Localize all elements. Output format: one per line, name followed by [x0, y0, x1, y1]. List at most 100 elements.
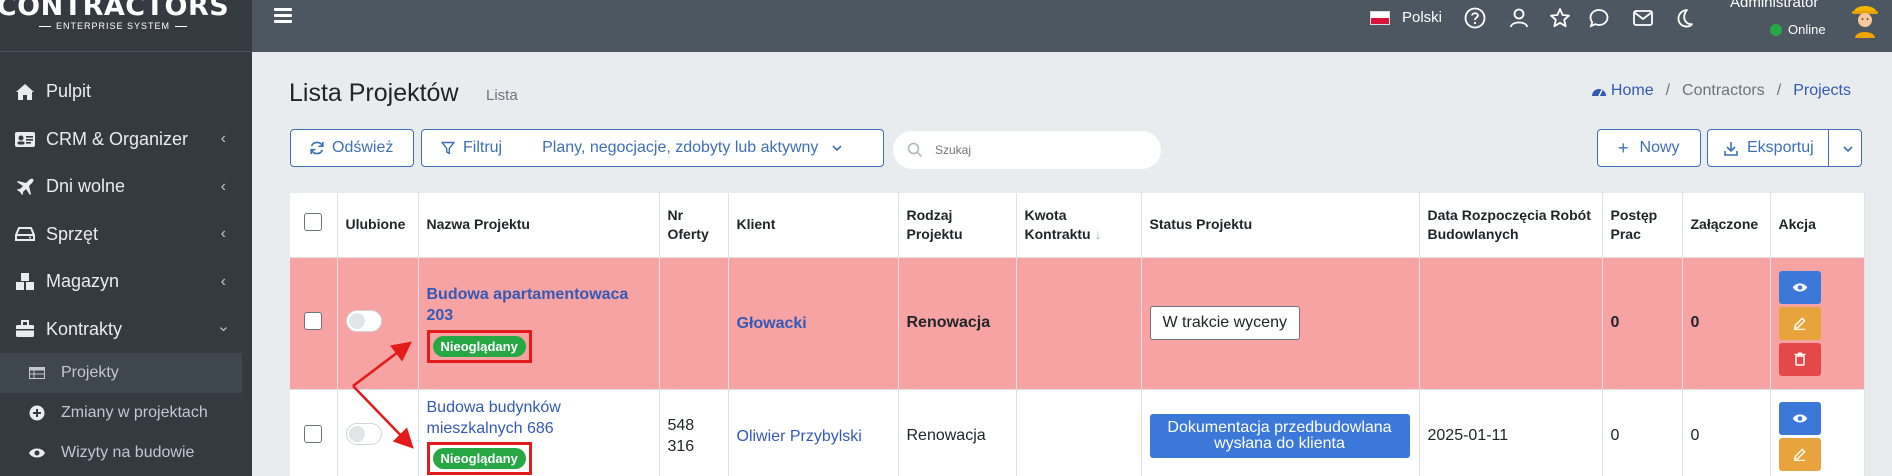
table-row[interactable]: Budowa apartamentowaca 203 Nieoglądany G…: [290, 257, 1865, 390]
star-icon[interactable]: [1549, 7, 1571, 29]
brand-logo[interactable]: CONTRACTORS ENTERPRISE SYSTEM: [0, 0, 252, 52]
chevron-left-icon: ‹: [220, 225, 226, 243]
sidebar-subitem-wizyty[interactable]: Wizyty na budowie: [0, 433, 252, 473]
new-button[interactable]: + Nowy: [1597, 129, 1701, 167]
status-badge: Nieoglądany: [432, 448, 526, 469]
row-checkbox[interactable]: [304, 424, 323, 443]
topbar: Polski Administrator Online: [252, 0, 1892, 52]
project-name-link[interactable]: Budowa budynków mieszkalnych 686: [427, 397, 651, 439]
edit-button[interactable]: [1778, 437, 1821, 471]
select-all-checkbox[interactable]: [304, 213, 323, 232]
chevron-down-icon[interactable]: [1842, 145, 1854, 153]
project-status-button[interactable]: Dokumentacja przedbudowlana wysłana do k…: [1149, 414, 1410, 458]
favorite-toggle[interactable]: [345, 309, 382, 332]
envelope-icon[interactable]: [1632, 7, 1654, 29]
language-selector[interactable]: Polski: [1370, 9, 1442, 26]
breadcrumb-contractors[interactable]: Contractors: [1682, 82, 1765, 100]
start-date-cell: [1419, 257, 1603, 390]
col-header-amount[interactable]: Kwota Kontraktu ↓: [1016, 193, 1142, 258]
breadcrumb: Home / Contractors / Projects: [1591, 82, 1851, 100]
search-icon: [907, 142, 923, 158]
sidebar-item-label: Dni wolne: [46, 176, 126, 197]
col-header-status[interactable]: Status Projektu: [1141, 193, 1420, 258]
client-link[interactable]: Głowacki: [737, 313, 890, 334]
sidebar-item-label: Pulpit: [46, 81, 92, 102]
refresh-label: Odśwież: [332, 139, 394, 156]
eye-icon: [1792, 414, 1807, 422]
trash-icon: [1794, 352, 1805, 366]
user-name[interactable]: Administrator: [1730, 0, 1818, 11]
comment-icon[interactable]: [1588, 7, 1610, 29]
sidebar-item-pulpit[interactable]: Pulpit: [0, 68, 252, 116]
export-label: Eksportuj: [1747, 139, 1814, 156]
project-name-link[interactable]: Budowa apartamentowaca 203: [427, 284, 651, 326]
eye-icon: [1792, 283, 1807, 291]
col-header-start-date[interactable]: Data Rozpoczęcia Robót Budowlanych: [1419, 193, 1603, 258]
home-icon: [14, 81, 36, 103]
sidebar-item-sprzet[interactable]: Sprzęt ‹: [0, 211, 252, 259]
col-header-favorite[interactable]: Ulubione: [337, 193, 419, 258]
breadcrumb-projects[interactable]: Projects: [1793, 82, 1851, 100]
sidebar-item-kontrakty[interactable]: Kontrakty ‹: [0, 306, 252, 354]
page-subtitle: Lista: [486, 87, 518, 104]
sidebar-item-magazyn[interactable]: Magazyn ‹: [0, 258, 252, 306]
address-card-icon: [14, 128, 36, 150]
polish-flag-icon: [1370, 10, 1390, 25]
col-header-name[interactable]: Nazwa Projektu: [418, 193, 660, 258]
table-row[interactable]: Budowa budynków mieszkalnych 686 Nieoglą…: [290, 389, 1865, 476]
avatar[interactable]: [1849, 0, 1881, 38]
brand-subtitle-row: ENTERPRISE SYSTEM: [38, 21, 188, 31]
search-input[interactable]: [935, 143, 1135, 157]
download-icon: [1724, 141, 1738, 156]
sidebar-nav: Pulpit CRM & Organizer ‹ Dni wolne ‹ Spr…: [0, 52, 252, 473]
pencil-icon: [1793, 316, 1806, 330]
refresh-icon: [310, 141, 324, 155]
progress-cell: 0: [1602, 389, 1683, 476]
badge-highlight: Nieoglądany: [426, 329, 532, 363]
col-header-client[interactable]: Klient: [728, 193, 899, 258]
delete-button[interactable]: [1778, 342, 1821, 376]
col-header-type[interactable]: Rodzaj Projektu: [898, 193, 1017, 258]
breadcrumb-home[interactable]: Home: [1611, 82, 1654, 100]
menu-toggle-icon[interactable]: [274, 8, 292, 26]
start-date-cell: 2025-01-11: [1419, 389, 1603, 476]
sidebar-item-label: Kontrakty: [46, 318, 123, 339]
col-header-offer-no[interactable]: Nr Oferty: [659, 193, 729, 258]
edit-button[interactable]: [1778, 306, 1821, 340]
moon-icon[interactable]: [1673, 7, 1695, 29]
sort-down-icon: ↓: [1094, 225, 1102, 242]
plus-circle-icon: [28, 405, 46, 421]
client-link[interactable]: Oliwier Przybylski: [737, 426, 890, 447]
filter-label: Filtruj: [463, 139, 503, 156]
filter-dropdown[interactable]: Filtruj Plany, negocjacje, zdobyty lub a…: [421, 129, 884, 167]
view-button[interactable]: [1778, 401, 1821, 435]
filter-icon: [441, 141, 455, 155]
offer-no-cell: [659, 257, 729, 390]
sidebar-item-crm[interactable]: CRM & Organizer ‹: [0, 116, 252, 164]
cubes-icon: [14, 271, 36, 293]
col-header-amount-label: Kwota Kontraktu: [1024, 206, 1091, 242]
sidebar-item-label: Magazyn: [46, 271, 120, 292]
chevron-down-icon: [832, 145, 842, 152]
col-header-progress[interactable]: Postęp Prac: [1602, 193, 1683, 258]
plane-icon: [14, 176, 36, 198]
project-type-cell: Renowacja: [898, 257, 1017, 390]
sidebar-subitem-projekty[interactable]: Projekty: [0, 353, 242, 393]
project-status-button[interactable]: W trakcie wyceny: [1149, 306, 1300, 340]
search-box[interactable]: [893, 131, 1161, 169]
sidebar-item-dni-wolne[interactable]: Dni wolne ‹: [0, 163, 252, 211]
hdd-icon: [14, 223, 36, 245]
filter-value: Plany, negocjacje, zdobyty lub aktywny: [542, 139, 819, 156]
question-circle-icon[interactable]: [1464, 7, 1486, 29]
favorite-toggle[interactable]: [345, 422, 382, 445]
online-status-dot: [1770, 23, 1782, 36]
col-header-attached[interactable]: Załączone: [1682, 193, 1771, 258]
export-button[interactable]: Eksportuj: [1707, 129, 1862, 167]
chevron-down-icon: ‹: [214, 326, 232, 332]
sidebar-subitem-zmiany[interactable]: Zmiany w projektach: [0, 393, 252, 433]
view-button[interactable]: [1778, 270, 1821, 304]
user-icon[interactable]: [1508, 7, 1530, 29]
refresh-button[interactable]: Odśwież: [290, 129, 414, 167]
sidebar-subitem-label: Wizyty na budowie: [61, 444, 195, 461]
row-checkbox[interactable]: [304, 311, 323, 330]
